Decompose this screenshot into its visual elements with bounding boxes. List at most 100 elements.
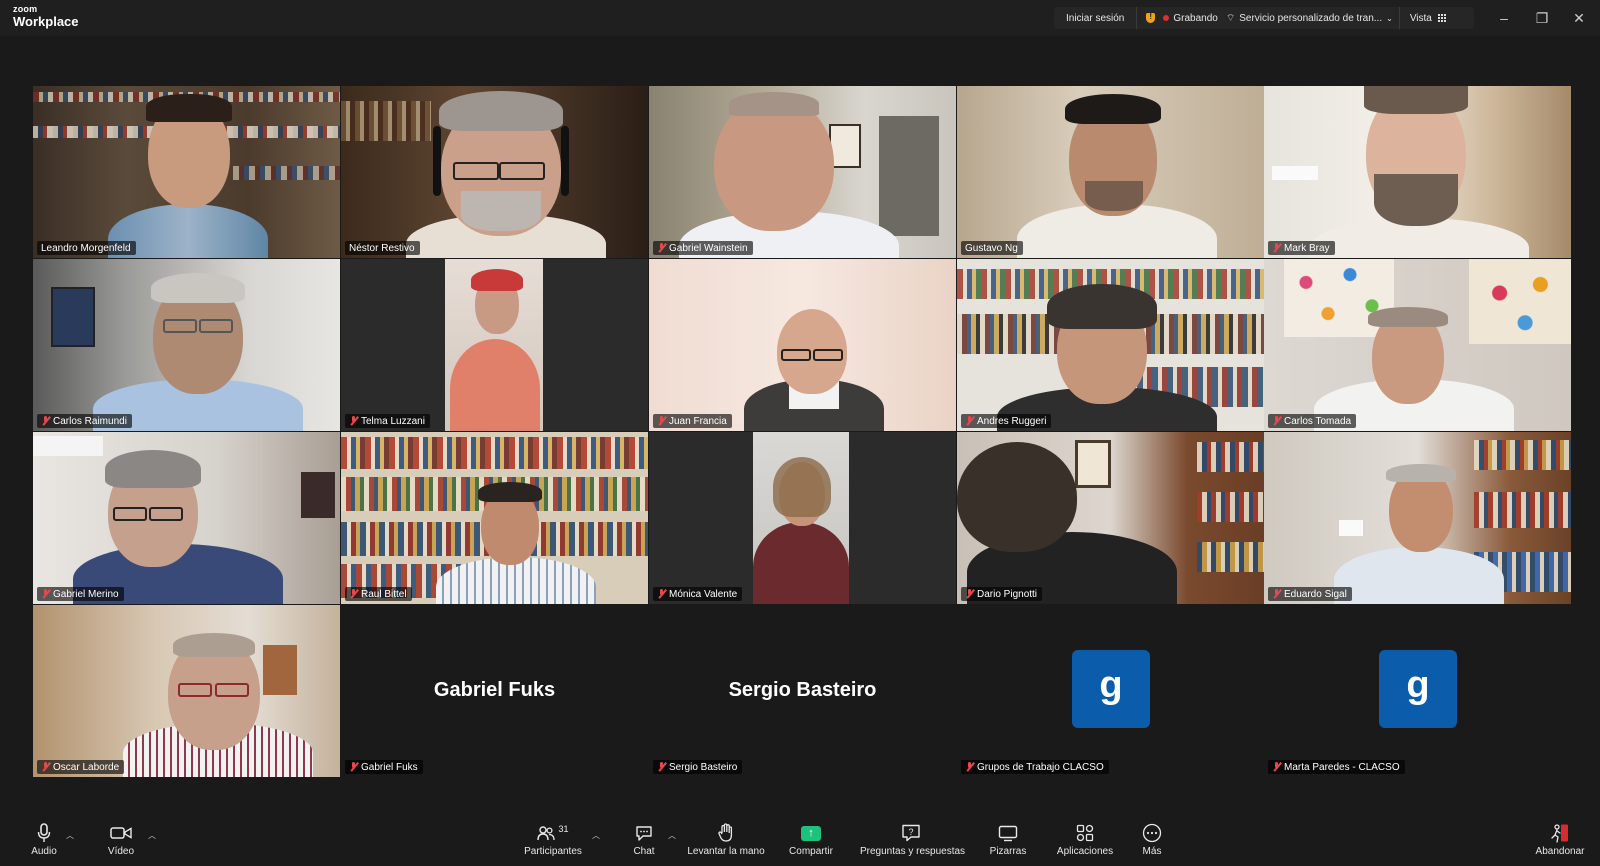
mic-muted-icon (41, 416, 50, 426)
mic-muted-icon (1272, 589, 1281, 599)
transcription-service-dropdown[interactable]: ⌔ Servicio personalizado de tran... ⌄ (1226, 7, 1400, 29)
mic-muted-icon (41, 762, 50, 772)
participant-name-tag: Andres Ruggeri (961, 414, 1052, 428)
video-tile[interactable]: Carlos Raimundi (33, 259, 340, 431)
video-tile[interactable]: Leandro Morgenfeld (33, 86, 340, 258)
zoom-logo: zoom Workplace (13, 4, 79, 29)
video-tile[interactable]: Juan Francia (649, 259, 956, 431)
participant-name-tag: Leandro Morgenfeld (37, 241, 136, 255)
video-tile[interactable]: Eduardo Sigal (1264, 432, 1571, 604)
chat-button[interactable]: Chat (624, 822, 664, 857)
participant-name-tag: Gabriel Fuks (345, 760, 423, 774)
mic-muted-icon (657, 243, 666, 253)
apps-label: Aplicaciones (1056, 846, 1114, 857)
participant-name-tag: Néstor Restivo (345, 241, 420, 255)
participant-name-tag: Raul Bittel (345, 587, 412, 601)
mic-muted-icon (1272, 243, 1281, 253)
video-tile[interactable]: Gustavo Ng (957, 86, 1264, 258)
mic-muted-icon (965, 762, 974, 772)
participant-name-tag: Grupos de Trabajo CLACSO (961, 760, 1109, 774)
whiteboards-button[interactable]: Pizarras (986, 822, 1030, 857)
video-options-chevron-icon[interactable]: ︿ (148, 830, 156, 841)
view-button[interactable]: Vista (1400, 13, 1453, 24)
mic-muted-icon (349, 762, 358, 772)
recording-dot-icon (1163, 15, 1170, 21)
minimize-button[interactable]: – (1495, 9, 1513, 27)
video-tile[interactable]: Dario Pignotti (957, 432, 1264, 604)
microphone-icon (37, 823, 51, 842)
more-options-icon (1142, 823, 1162, 843)
meeting-toolbar: Audio ︿ Vídeo ︿ 31 Participantes ︿ Chat … (0, 818, 1600, 866)
audio-button[interactable]: Audio (24, 822, 64, 857)
video-camera-icon (110, 827, 132, 839)
recording-indicator[interactable]: Grabando (1163, 13, 1218, 24)
service-label: Servicio personalizado de tran... (1239, 12, 1383, 24)
leave-button[interactable]: Abandonar (1532, 822, 1588, 857)
chat-bubble-icon (636, 825, 652, 841)
apps-button[interactable]: Aplicaciones (1054, 822, 1116, 857)
share-screen-icon: ↑ (801, 825, 821, 841)
share-label: Compartir (789, 846, 833, 857)
leave-label: Abandonar (1535, 846, 1585, 857)
more-button[interactable]: Más (1134, 822, 1170, 857)
participant-avatar: g (1072, 650, 1150, 728)
restore-button[interactable]: ❐ (1533, 9, 1551, 27)
qa-label: Preguntas y respuestas (860, 846, 966, 857)
participant-name-tag: Carlos Tomada (1268, 414, 1357, 428)
sign-in-button[interactable]: Iniciar sesión (1054, 7, 1138, 29)
mic-muted-icon (1272, 762, 1281, 772)
mic-muted-icon (657, 589, 666, 599)
participant-name-tag: Juan Francia (653, 414, 732, 428)
video-tile[interactable]: Telma Luzzani (341, 259, 648, 431)
video-tile[interactable]: Raul Bittel (341, 432, 648, 604)
mic-muted-icon (1272, 416, 1281, 426)
raise-hand-icon (718, 823, 733, 842)
chat-options-chevron-icon[interactable]: ︿ (668, 830, 676, 841)
participant-name-tag: Oscar Laborde (37, 760, 125, 774)
mic-muted-icon (965, 416, 974, 426)
audio-options-chevron-icon[interactable]: ︿ (66, 830, 74, 841)
participant-name-tag: Gabriel Merino (37, 587, 124, 601)
chevron-down-icon: ⌄ (1386, 13, 1393, 23)
video-tile[interactable]: Gabriel Fuks Gabriel Fuks (341, 605, 648, 777)
participant-name-tag: Gustavo Ng (961, 241, 1023, 255)
video-tile[interactable]: Sergio Basteiro Sergio Basteiro (649, 605, 956, 777)
logo-top-text: zoom (13, 4, 38, 14)
participant-name-tag: Marta Paredes - CLACSO (1268, 760, 1405, 774)
video-tile[interactable]: Gabriel Merino (33, 432, 340, 604)
video-tile[interactable]: Mónica Valente (649, 432, 956, 604)
participant-name-tag: Carlos Raimundi (37, 414, 132, 428)
video-tile[interactable]: Andres Ruggeri (957, 259, 1264, 431)
participants-count-badge: 31 (558, 824, 569, 834)
chat-label: Chat (633, 846, 655, 857)
mic-muted-icon (349, 416, 358, 426)
whiteboard-icon (998, 825, 1018, 841)
share-button[interactable]: ↑ Compartir (786, 822, 836, 857)
participants-button[interactable]: 31 Participantes (520, 822, 586, 857)
close-button[interactable]: ✕ (1570, 9, 1588, 27)
meeting-status-bar: Iniciar sesión Grabando ⌔ Servicio perso… (1054, 7, 1474, 29)
participants-label: Participantes (524, 846, 582, 857)
mic-muted-icon (965, 589, 974, 599)
participant-name-tag: Eduardo Sigal (1268, 587, 1352, 601)
video-tile[interactable]: Oscar Laborde (33, 605, 340, 777)
video-tile[interactable]: g Marta Paredes - CLACSO (1264, 605, 1571, 777)
video-tile[interactable]: Gabriel Wainstein (649, 86, 956, 258)
participant-name-tag: Mónica Valente (653, 587, 743, 601)
video-tile[interactable]: Carlos Tomada (1264, 259, 1571, 431)
video-tile[interactable]: Mark Bray (1264, 86, 1571, 258)
svg-text:?: ? (908, 827, 913, 837)
qa-button[interactable]: ? Preguntas y respuestas (860, 822, 966, 857)
raise-hand-button[interactable]: Levantar la mano (684, 822, 768, 857)
more-label: Más (1142, 846, 1162, 857)
participant-name-tag: Sergio Basteiro (653, 760, 743, 774)
video-label: Vídeo (107, 846, 135, 857)
participant-display-name: Sergio Basteiro (728, 679, 877, 701)
video-button[interactable]: Vídeo (100, 822, 142, 857)
mic-muted-icon (349, 589, 358, 599)
participants-options-chevron-icon[interactable]: ︿ (592, 830, 600, 841)
participant-display-name: Gabriel Fuks (433, 679, 556, 701)
video-tile[interactable]: Néstor Restivo (341, 86, 648, 258)
video-tile[interactable]: g Grupos de Trabajo CLACSO (957, 605, 1264, 777)
security-shield-icon[interactable] (1146, 12, 1156, 23)
